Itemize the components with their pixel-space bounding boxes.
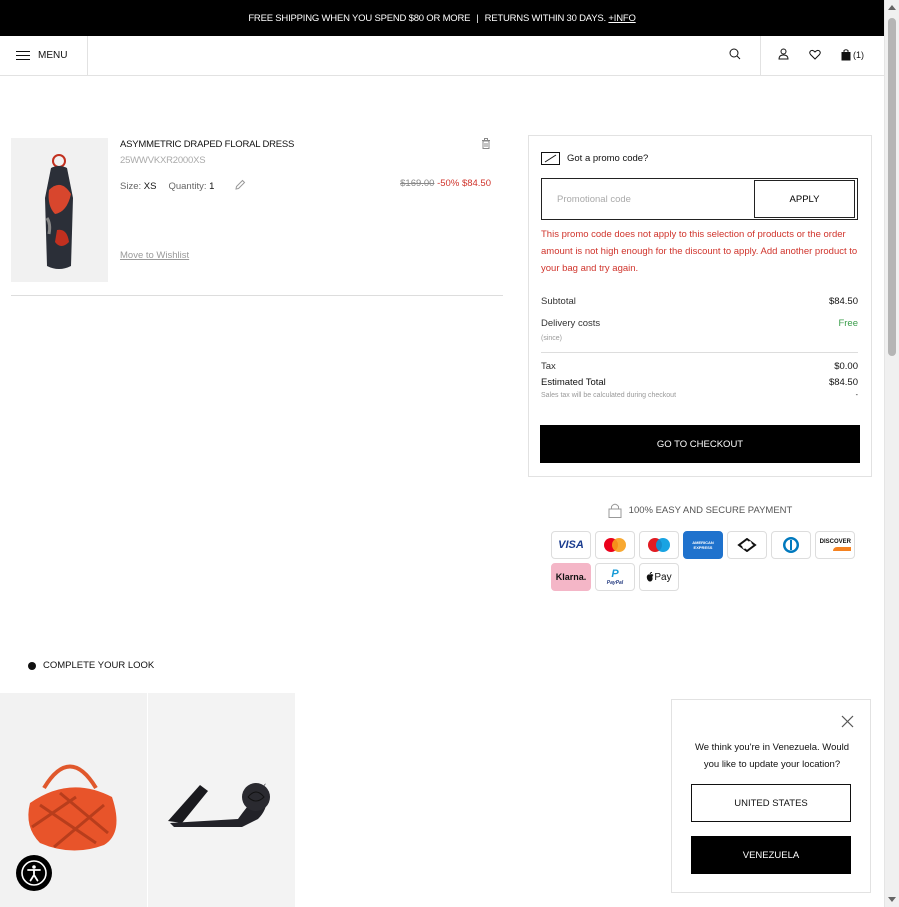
look-item-shoe[interactable]: [148, 693, 295, 907]
search-icon[interactable]: [729, 47, 741, 65]
visa-text: VISA: [558, 539, 584, 551]
tax-label: Tax: [541, 361, 556, 372]
product-name[interactable]: ASYMMETRIC DRAPED FLORAL DRESS: [120, 139, 294, 150]
lock-icon: [608, 503, 622, 518]
apple-pay-text: Pay: [654, 571, 672, 583]
bag-icon: [841, 49, 851, 61]
amex-text: AMERICAN EXPRESS: [692, 540, 714, 550]
announcement-bar: FREE SHIPPING WHEN YOU SPEND $80 OR MORE…: [0, 0, 884, 36]
paypal-text: PayPal: [606, 580, 624, 586]
delivery-label: Delivery costs: [541, 318, 601, 329]
quantity-label: Quantity:: [168, 181, 207, 192]
accessibility-button[interactable]: [16, 855, 52, 891]
discover-text: DISCOVER: [819, 539, 851, 545]
menu-button[interactable]: MENU: [0, 36, 88, 75]
bullet-dot: [28, 661, 36, 670]
tax-row: Tax $0.00: [541, 361, 858, 372]
total-value: $84.50: [828, 377, 858, 388]
separator: |: [476, 12, 479, 24]
hamburger-icon: [16, 51, 30, 60]
original-price: $169.00: [400, 178, 435, 189]
paypal-icon: P PayPal: [595, 563, 635, 591]
sale-price: $84.50: [461, 178, 491, 189]
subtotal-label: Subtotal: [541, 296, 576, 307]
venezuela-button[interactable]: VENEZUELA: [691, 836, 851, 874]
product-attributes: Size: XS Quantity: 1: [120, 179, 246, 194]
site-header: MENU (1): [0, 36, 884, 76]
shipping-text: FREE SHIPPING WHEN YOU SPEND $80 OR MORE: [248, 12, 471, 24]
accessibility-icon: [21, 860, 47, 886]
klarna-text: Klarna.: [555, 572, 587, 582]
subtotal-row: Subtotal $84.50: [541, 296, 858, 307]
trash-icon[interactable]: [481, 136, 491, 154]
product-price: $169.00 -50% $84.50: [400, 178, 491, 189]
size-label: Size:: [120, 181, 142, 192]
promo-title: Got a promo code?: [567, 153, 649, 164]
edit-pencil-icon[interactable]: [234, 179, 246, 194]
promo-error-message: This promo code does not apply to this s…: [541, 229, 858, 274]
promo-ticket-icon: [541, 152, 560, 165]
promo-code-input[interactable]: [542, 179, 753, 219]
visa-card-icon: VISA: [551, 531, 591, 559]
secure-payment-label: 100% EASY AND SECURE PAYMENT: [528, 502, 872, 518]
paypal-logo: P: [611, 568, 619, 580]
maestro-icon: [639, 531, 679, 559]
delivery-value: Free: [838, 318, 858, 329]
scroll-up-icon[interactable]: [888, 5, 896, 10]
total-label: Estimated Total: [541, 377, 606, 388]
cart-button[interactable]: (1): [841, 49, 864, 61]
quantity-field: Quantity: 1: [168, 181, 214, 192]
complete-look-title: COMPLETE YOUR LOOK: [43, 660, 155, 671]
apple-pay-icon: Pay: [639, 563, 679, 591]
returns-text: RETURNS WITHIN 30 DAYS.: [484, 12, 607, 24]
cart-item: ASYMMETRIC DRAPED FLORAL DRESS 25WWVKXR2…: [11, 138, 503, 296]
size-field: Size: XS: [120, 181, 156, 192]
delivery-note: (since): [541, 335, 563, 342]
amex-icon: AMERICAN EXPRESS: [683, 531, 723, 559]
apply-button[interactable]: APPLY: [754, 180, 855, 218]
checkout-button[interactable]: GO TO CHECKOUT: [540, 425, 860, 463]
cart-count: (1): [853, 50, 864, 60]
menu-label: MENU: [38, 50, 68, 61]
mastercard-icon: [595, 531, 635, 559]
quantity-value: 1: [209, 181, 215, 192]
tax-note-row: Sales tax will be calculated during chec…: [541, 392, 858, 399]
promo-header: Got a promo code?: [541, 152, 648, 165]
size-value: XS: [143, 181, 157, 192]
more-info-link[interactable]: +INFO: [608, 13, 635, 24]
secure-text: 100% EASY AND SECURE PAYMENT: [628, 504, 793, 516]
scroll-down-icon[interactable]: [888, 897, 896, 902]
diners-club-icon: [771, 531, 811, 559]
close-icon[interactable]: [841, 715, 854, 733]
wishlist-heart-icon[interactable]: [809, 49, 821, 62]
location-message: We think you're in Venezuela. Would you …: [694, 742, 850, 770]
united-states-button[interactable]: UNITED STATES: [691, 784, 851, 822]
discount-percent: -50%: [437, 178, 460, 189]
move-to-wishlist-link[interactable]: Move to Wishlist: [120, 250, 189, 261]
complete-look-heading: COMPLETE YOUR LOOK: [28, 660, 154, 671]
scroll-thumb[interactable]: [888, 18, 896, 356]
page-scrollbar[interactable]: [884, 0, 899, 907]
account-icon[interactable]: [778, 48, 789, 62]
discover-icon: DISCOVER: [815, 531, 855, 559]
product-sku: 25WWVKXR2000XS: [120, 155, 206, 166]
klarna-icon: Klarna.: [551, 563, 591, 591]
afterpay-icon: [727, 531, 767, 559]
location-popup: We think you're in Venezuela. Would you …: [671, 699, 871, 893]
header-divider: [760, 36, 761, 76]
tax-note-value: -: [855, 392, 858, 399]
order-summary: Got a promo code? APPLY This promo code …: [528, 135, 872, 477]
summary-divider: [541, 352, 858, 353]
subtotal-value: $84.50: [828, 296, 858, 307]
header-icons: (1): [778, 48, 864, 62]
payment-methods: VISA AMERICAN EXPRESS DISCOVER Klarna. P…: [551, 531, 861, 591]
delivery-row: Delivery costs Free: [541, 318, 858, 329]
tax-value: $0.00: [834, 361, 858, 372]
tax-note: Sales tax will be calculated during chec…: [541, 392, 677, 399]
total-row: Estimated Total $84.50: [541, 377, 858, 388]
promo-form: APPLY: [541, 178, 858, 220]
product-image[interactable]: [11, 138, 108, 282]
